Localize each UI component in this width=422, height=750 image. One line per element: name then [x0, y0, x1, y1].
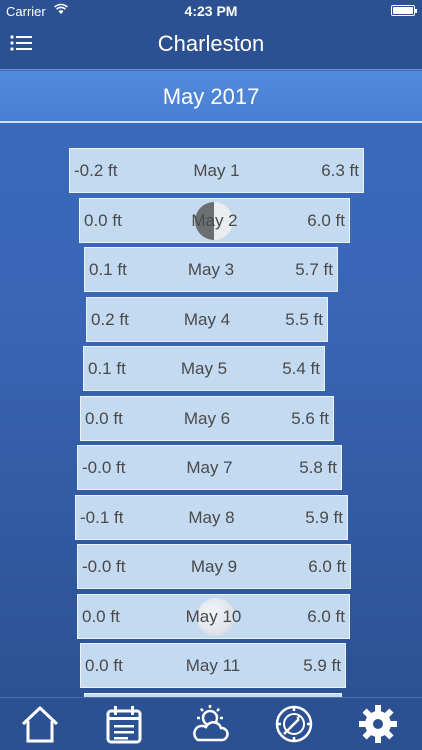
tab-bar — [0, 697, 422, 750]
tide-row[interactable]: -0.0 ft May 7 5.8 ft — [77, 445, 342, 490]
tide-row[interactable]: 0.0 ft May 10 6.0 ft — [77, 594, 350, 639]
calendar-icon — [106, 706, 142, 744]
tide-row[interactable]: 0.0 ft May 6 5.6 ft — [80, 396, 334, 441]
high-tide-value: 5.7 ft — [295, 260, 333, 279]
weather-icon — [193, 705, 229, 742]
high-tide-value: 5.5 ft — [285, 310, 323, 329]
home-icon — [21, 706, 59, 743]
high-tide-value: 5.9 ft — [305, 508, 343, 527]
high-tide-value: 5.9 ft — [303, 656, 341, 675]
tide-row[interactable]: 0.1 ft May 3 5.7 ft — [84, 247, 338, 292]
clock: 4:23 PM — [184, 3, 238, 19]
tab-calendar[interactable] — [102, 702, 146, 746]
tab-settings[interactable] — [356, 702, 400, 746]
high-tide-value: 5.8 ft — [299, 458, 337, 477]
page-title: Charleston — [157, 31, 265, 56]
nav-bar: Charleston — [0, 22, 422, 70]
tide-row[interactable]: 0.0 ft May 11 5.9 ft — [80, 643, 346, 688]
date-label: May 1 — [193, 161, 240, 180]
month-label: May 2017 — [162, 84, 260, 109]
tide-row[interactable]: -0.2 ft May 1 6.3 ft — [69, 148, 364, 193]
high-tide-value: 5.4 ft — [282, 359, 320, 378]
tab-weather[interactable] — [188, 702, 232, 746]
tab-compass[interactable] — [272, 702, 316, 746]
month-header: May 2017 — [0, 71, 422, 123]
compass-icon — [275, 705, 313, 743]
battery-icon — [391, 5, 417, 16]
tab-home[interactable] — [18, 702, 62, 746]
tide-row[interactable]: 0.2 ft May 4 5.5 ft — [86, 297, 328, 342]
tide-row[interactable]: -0.1 ft May 8 5.9 ft — [75, 495, 348, 540]
high-tide-value: 6.0 ft — [307, 607, 345, 626]
high-tide-value: 6.0 ft — [308, 557, 346, 576]
high-tide-value: 6.3 ft — [321, 161, 359, 180]
tide-row[interactable]: -0.0 ft May 9 6.0 ft — [77, 544, 351, 589]
high-tide-value: 5.6 ft — [291, 409, 329, 428]
status-bar: Carrier 4:23 PM — [0, 0, 422, 22]
tide-row[interactable]: 0.1 ft May 5 5.4 ft — [83, 346, 325, 391]
gear-icon — [359, 705, 397, 743]
high-tide-value: 6.0 ft — [307, 211, 345, 230]
tide-row[interactable]: 0.0 ft May 2 6.0 ft — [79, 198, 350, 243]
